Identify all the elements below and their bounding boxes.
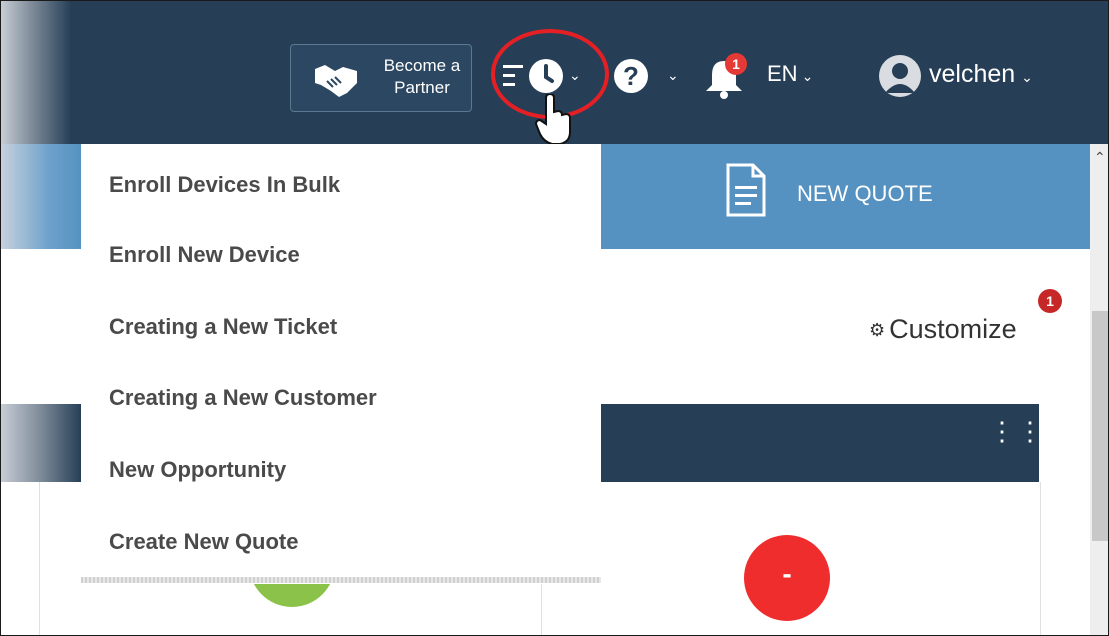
menu-bottom-edge — [81, 577, 601, 583]
header-left-edge — [1, 1, 71, 144]
scroll-up-icon[interactable]: ⌃ — [1094, 149, 1106, 166]
app-window: Become a Partner ⌄ ? ⌄ 1 EN ⌄ velchen ⌄ … — [0, 0, 1109, 636]
status-circle-red: - — [744, 535, 830, 621]
recent-actions-menu: Enroll Devices In Bulk Enroll New Device… — [81, 144, 601, 584]
gears-icon: ⚙ — [869, 320, 886, 341]
user-chevron-icon: ⌄ — [1021, 69, 1033, 85]
help-chevron-icon[interactable]: ⌄ — [667, 67, 679, 84]
widget-left-edge — [1, 404, 81, 482]
customize-label: Customize — [889, 314, 1017, 344]
widget-divider — [541, 579, 542, 635]
user-menu[interactable]: velchen ⌄ — [929, 60, 1033, 89]
user-avatar-icon[interactable] — [879, 55, 921, 97]
handshake-icon — [315, 65, 357, 97]
menu-item-enroll-devices-in-bulk[interactable]: Enroll Devices In Bulk — [109, 172, 340, 198]
become-partner-label: Become a Partner — [377, 55, 467, 99]
menu-item-creating-new-ticket[interactable]: Creating a New Ticket — [109, 314, 337, 340]
scrollbar-thumb[interactable] — [1092, 311, 1108, 541]
menu-item-create-new-quote[interactable]: Create New Quote — [109, 529, 299, 555]
menu-item-new-opportunity[interactable]: New Opportunity — [109, 457, 286, 483]
customize-badge: 1 — [1038, 289, 1062, 313]
become-partner-button[interactable]: Become a Partner — [290, 44, 472, 112]
customize-button[interactable]: ⚙ Customize — [869, 314, 1017, 345]
language-label: EN — [767, 61, 798, 86]
user-name-label: velchen — [929, 60, 1016, 88]
partner-label-line2: Partner — [394, 78, 450, 97]
left-panel-edge — [1, 144, 81, 249]
new-quote-label[interactable]: NEW QUOTE — [797, 181, 933, 207]
language-chevron-icon: ⌄ — [801, 68, 814, 84]
hand-cursor-icon — [534, 94, 571, 145]
notification-badge: 1 — [725, 53, 747, 75]
menu-item-enroll-new-device[interactable]: Enroll New Device — [109, 242, 300, 268]
document-icon — [726, 163, 766, 217]
menu-item-creating-new-customer[interactable]: Creating a New Customer — [109, 385, 377, 411]
partner-label-line1: Become a — [383, 56, 461, 75]
question-icon[interactable]: ? — [614, 59, 648, 93]
vertical-dots-icon[interactable]: ⋮⋮ — [989, 418, 1045, 444]
language-selector[interactable]: EN ⌄ — [767, 61, 813, 87]
